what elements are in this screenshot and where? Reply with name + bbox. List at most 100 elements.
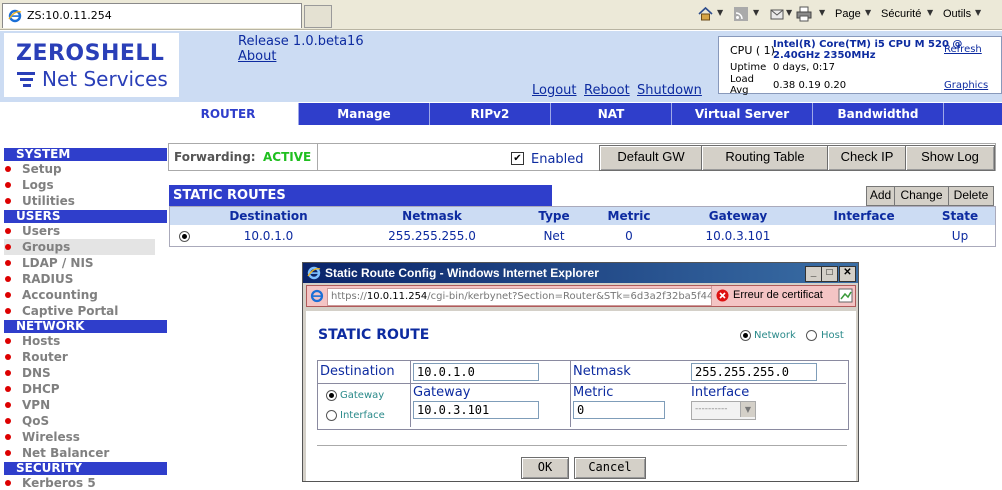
routing-table-button[interactable]: Routing Table (701, 145, 829, 171)
gateway-input[interactable]: 10.0.3.101 (413, 401, 539, 419)
load-label: Load (730, 74, 754, 85)
zeroshell-logo: ZEROSHELL Net Services (4, 33, 179, 97)
tab-manage[interactable]: Manage (299, 103, 430, 125)
logo-sub-text: Net Services (42, 67, 168, 91)
mail-dropdown-icon[interactable]: ▼ (786, 8, 792, 17)
tab-ripv2[interactable]: RIPv2 (430, 103, 551, 125)
sidebar-item-kerberos[interactable]: Kerberos 5 (5, 476, 96, 490)
cancel-button[interactable]: Cancel (574, 457, 646, 479)
browser-tab[interactable]: ZS:10.0.11.254 (2, 3, 302, 28)
sidebar-item-net-balancer[interactable]: Net Balancer (4, 446, 109, 460)
graphics-link[interactable]: Graphics (944, 80, 988, 91)
sidebar-item-wireless[interactable]: Wireless (5, 430, 80, 444)
url-path: /cgi-bin/kerbynet?Section=Router&STk=6d3… (427, 291, 715, 302)
mail-icon[interactable] (770, 6, 784, 22)
ok-button[interactable]: OK (521, 457, 569, 479)
col-netmask: Netmask (402, 209, 462, 223)
maximize-icon[interactable]: □ (821, 266, 838, 282)
cell-type: Net (543, 229, 565, 243)
print-dropdown-icon[interactable]: ▼ (819, 8, 825, 17)
app-header: ZEROSHELL Net Services Release 1.0.beta1… (0, 31, 1002, 102)
sidebar-item-logs[interactable]: Logs (5, 178, 54, 192)
load-label-avg: Avg (730, 85, 749, 96)
cpu-model: Intel(R) Core(TM) i5 CPU M 520 @ (773, 39, 963, 50)
feed-dropdown-icon[interactable]: ▼ (753, 8, 759, 17)
minimize-icon[interactable]: _ (805, 266, 822, 282)
popup-title-bar[interactable]: Static Route Config - Windows Internet E… (303, 263, 858, 283)
netmask-input[interactable]: 255.255.255.0 (691, 363, 817, 381)
interface-select[interactable]: ---------- ▼ (691, 401, 756, 420)
delete-route-button[interactable]: Delete (948, 186, 994, 206)
compatibility-icon[interactable] (838, 288, 854, 304)
cpu-info-panel: CPU ( 1) Intel(R) Core(TM) i5 CPU M 520 … (718, 36, 1002, 96)
forwarding-bar: Forwarding: ACTIVE ✔ Enabled Default GW … (168, 143, 996, 171)
sidebar-item-utilities[interactable]: Utilities (5, 194, 75, 208)
cert-error-button[interactable]: Erreur de certificat (711, 286, 833, 306)
tab-router[interactable]: ROUTER (158, 103, 299, 125)
network-radio[interactable] (740, 330, 751, 341)
gateway-radio-label: Gateway (340, 390, 385, 401)
show-log-button[interactable]: Show Log (905, 145, 995, 171)
shutdown-link[interactable]: Shutdown (637, 83, 702, 98)
col-interface: Interface (833, 209, 895, 223)
row-select-radio[interactable] (179, 231, 190, 242)
static-route-heading: STATIC ROUTE (318, 327, 430, 343)
close-icon[interactable]: ✕ (839, 266, 856, 282)
sidebar-item-radius[interactable]: RADIUS (4, 272, 73, 286)
print-icon[interactable] (796, 6, 812, 22)
cell-metric: 0 (625, 229, 633, 243)
tools-menu[interactable]: Outils (943, 8, 971, 20)
host-radio[interactable] (806, 330, 817, 341)
default-gw-button[interactable]: Default GW (599, 145, 703, 171)
home-dropdown-icon[interactable]: ▼ (717, 8, 723, 17)
sidebar-item-vpn[interactable]: VPN (4, 398, 50, 412)
cert-error-label: Erreur de certificat (733, 289, 823, 301)
tab-nat[interactable]: NAT (551, 103, 672, 125)
sidebar-item-accounting[interactable]: Accounting (5, 288, 98, 302)
popup-url-field[interactable]: https://10.0.11.254/cgi-bin/kerbynet?Sec… (327, 288, 715, 306)
enabled-checkbox[interactable]: ✔ (511, 152, 524, 165)
tools-menu-dropdown-icon[interactable]: ▼ (975, 8, 981, 17)
table-header-row: Destination Netmask Type Metric Gateway … (170, 207, 995, 225)
security-menu[interactable]: Sécurité (881, 8, 921, 20)
about-link[interactable]: About (238, 49, 276, 64)
refresh-link[interactable]: Refresh (944, 44, 982, 55)
sidebar-item-setup[interactable]: Setup (5, 162, 62, 176)
col-destination: Destination (229, 209, 308, 223)
sidebar-item-dns[interactable]: DNS (5, 366, 51, 380)
netmask-label: Netmask (573, 364, 631, 379)
new-tab-button[interactable] (304, 5, 332, 28)
sidebar-item-captive-portal[interactable]: Captive Portal (4, 304, 118, 318)
sidebar-item-dhcp[interactable]: DHCP (5, 382, 60, 396)
tab-bandwidthd[interactable]: Bandwidthd (813, 103, 944, 125)
sidebar-item-users[interactable]: Users (4, 224, 60, 238)
page-menu-dropdown-icon[interactable]: ▼ (865, 8, 871, 17)
gateway-radio[interactable] (326, 390, 337, 401)
col-state: State (941, 209, 979, 223)
sidebar-item-ldap-nis[interactable]: LDAP / NIS (5, 256, 94, 270)
change-route-button[interactable]: Change (894, 186, 949, 206)
reboot-link[interactable]: Reboot (584, 83, 630, 98)
col-type: Type (538, 209, 570, 223)
forwarding-label: Forwarding: (174, 150, 256, 164)
sidebar-item-hosts[interactable]: Hosts (4, 334, 60, 348)
add-route-button[interactable]: Add (866, 186, 895, 206)
interface-radio[interactable] (326, 410, 337, 421)
cpu-speed: 2.40GHz 2350MHz (773, 50, 876, 61)
sidebar-item-router[interactable]: Router (5, 350, 68, 364)
feed-icon[interactable] (733, 6, 749, 22)
ie-page-icon (310, 289, 324, 303)
ie-logo-icon (8, 9, 22, 23)
logout-link[interactable]: Logout (532, 83, 577, 98)
home-icon[interactable] (697, 6, 714, 22)
sidebar-item-groups[interactable]: Groups (4, 240, 70, 254)
tab-virtual-server[interactable]: Virtual Server (672, 103, 813, 125)
sidebar-item-qos[interactable]: QoS (4, 414, 49, 428)
security-menu-dropdown-icon[interactable]: ▼ (927, 8, 933, 17)
metric-input[interactable]: 0 (573, 401, 665, 419)
check-ip-button[interactable]: Check IP (827, 145, 907, 171)
page-menu[interactable]: Page (835, 8, 861, 20)
destination-input[interactable]: 10.0.1.0 (413, 363, 539, 381)
sidebar-nav: SYSTEM Setup Logs Utilities USERS Users … (0, 102, 167, 490)
table-row[interactable]: 10.0.1.0 255.255.255.0 Net 0 10.0.3.101 … (170, 225, 995, 247)
